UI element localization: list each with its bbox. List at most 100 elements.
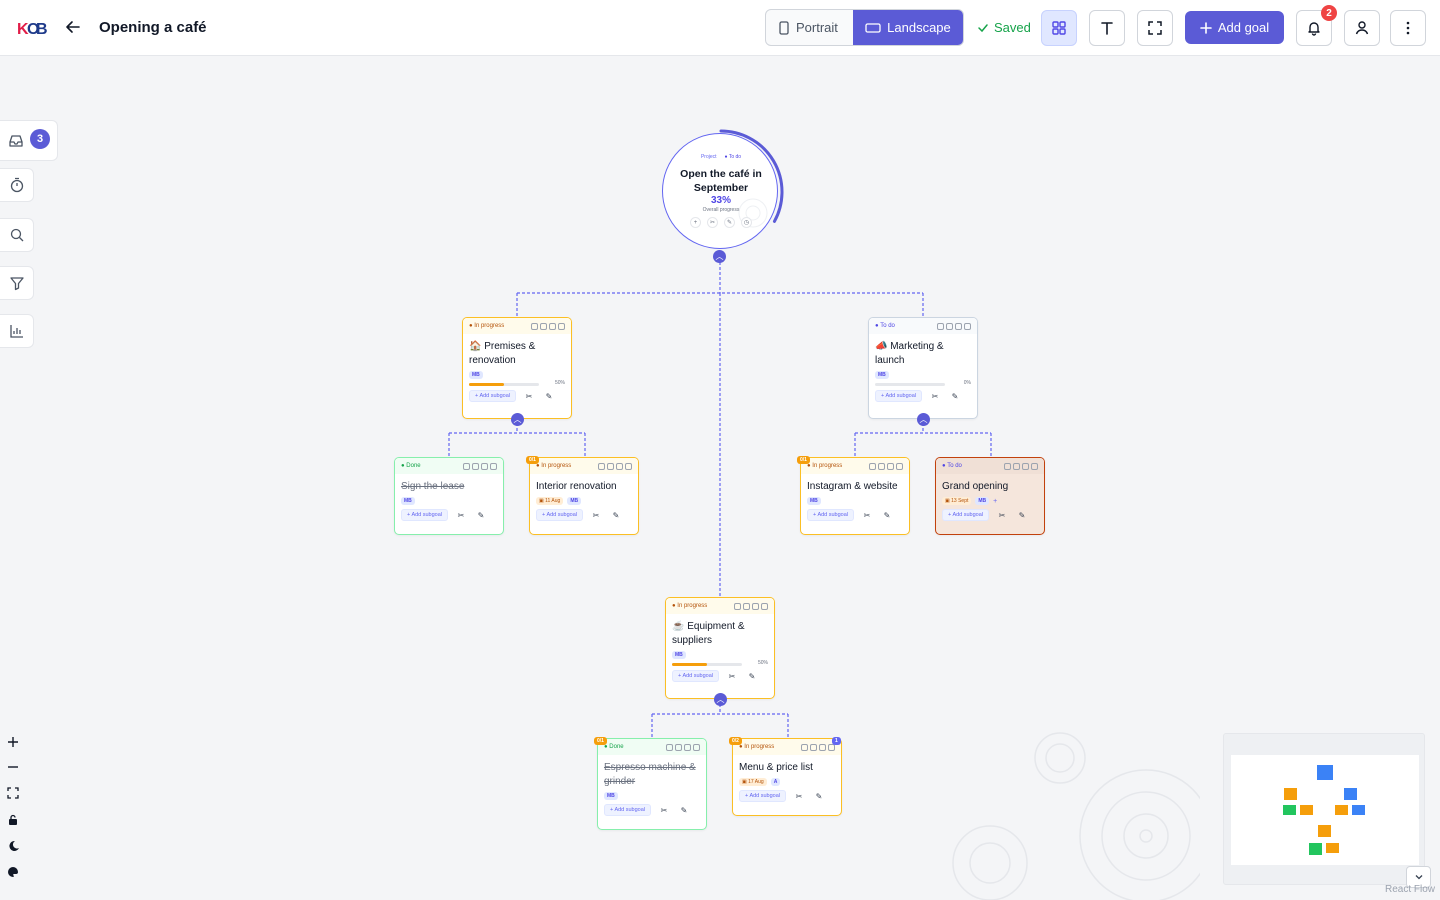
avatar[interactable]: A bbox=[770, 778, 781, 786]
timer-button[interactable] bbox=[0, 168, 34, 202]
trash-icon[interactable] bbox=[625, 462, 632, 470]
root-timer-button[interactable]: ◷ bbox=[741, 217, 752, 228]
app-logo[interactable]: K O B bbox=[17, 17, 47, 39]
edit-button[interactable]: ✎ bbox=[677, 804, 691, 816]
react-flow-attribution[interactable]: React Flow bbox=[1385, 884, 1435, 895]
add-subgoal-button[interactable]: + Add subgoal bbox=[807, 509, 855, 521]
tools-button[interactable]: ✂ bbox=[928, 390, 942, 402]
root-goal-card[interactable]: Project ● To do Open the café in Septemb… bbox=[662, 129, 784, 249]
search-button[interactable] bbox=[0, 218, 34, 252]
copy-icon[interactable] bbox=[675, 743, 682, 751]
tools-button[interactable]: ✂ bbox=[589, 509, 603, 521]
minimap[interactable] bbox=[1223, 733, 1425, 885]
back-button[interactable] bbox=[62, 16, 84, 38]
copy-icon[interactable] bbox=[946, 322, 953, 330]
goal-card-marketing[interactable]: ● To do 📣 Marketing & launch MB 0% + Add s… bbox=[868, 317, 978, 419]
stats-button[interactable] bbox=[0, 314, 34, 348]
landscape-button[interactable]: Landscape bbox=[853, 10, 963, 45]
trash-icon[interactable] bbox=[761, 602, 768, 610]
add-subgoal-button[interactable]: + Add subgoal bbox=[942, 509, 990, 521]
portrait-button[interactable]: Portrait bbox=[766, 10, 853, 45]
trash-icon[interactable] bbox=[896, 462, 903, 470]
zoom-in-button[interactable] bbox=[0, 730, 26, 754]
profile-button[interactable] bbox=[1344, 10, 1380, 46]
timer-icon[interactable] bbox=[531, 322, 538, 330]
root-collapse-button[interactable]: ︿ bbox=[713, 250, 726, 263]
zoom-out-button[interactable] bbox=[0, 755, 26, 779]
avatar[interactable]: MB bbox=[875, 371, 889, 379]
timer-icon[interactable] bbox=[734, 602, 741, 610]
tools-button[interactable]: ✂ bbox=[522, 390, 536, 402]
timer-icon[interactable] bbox=[666, 743, 673, 751]
add-assignee-icon[interactable]: + bbox=[993, 498, 997, 505]
edit-button[interactable]: ✎ bbox=[609, 509, 623, 521]
tools-button[interactable]: ✂ bbox=[725, 670, 739, 682]
fit-view-button[interactable] bbox=[0, 781, 26, 805]
edit-button[interactable]: ✎ bbox=[542, 390, 556, 402]
edit-button[interactable]: ✎ bbox=[745, 670, 759, 682]
tools-button[interactable]: ✂ bbox=[454, 509, 468, 521]
archive-icon[interactable] bbox=[616, 462, 623, 470]
goal-card-espresso[interactable]: ● Done Espresso machine & grinder MB + Ad… bbox=[597, 738, 707, 830]
add-subgoal-button[interactable]: + Add subgoal bbox=[604, 804, 652, 816]
avatar[interactable]: MB bbox=[672, 651, 686, 659]
add-subgoal-button[interactable]: + Add subgoal bbox=[739, 790, 787, 802]
copy-icon[interactable] bbox=[607, 462, 614, 470]
collapse-button[interactable]: ︿ bbox=[511, 413, 524, 426]
archive-icon[interactable] bbox=[752, 602, 759, 610]
collapse-button[interactable]: ︿ bbox=[917, 413, 930, 426]
text-button[interactable] bbox=[1089, 10, 1125, 46]
copy-icon[interactable] bbox=[1013, 462, 1020, 470]
avatar[interactable]: MB bbox=[567, 497, 582, 505]
trash-icon[interactable] bbox=[1031, 462, 1038, 470]
edit-button[interactable]: ✎ bbox=[880, 509, 894, 521]
goal-card-interior[interactable]: ● In progress Interior renovation ▣ 11 Au… bbox=[529, 457, 639, 535]
root-tools-button[interactable]: ✂ bbox=[707, 217, 718, 228]
edit-button[interactable]: ✎ bbox=[474, 509, 488, 521]
tools-button[interactable]: ✂ bbox=[657, 804, 671, 816]
timer-icon[interactable] bbox=[869, 462, 876, 470]
timer-icon[interactable] bbox=[801, 743, 808, 751]
timer-icon[interactable] bbox=[463, 462, 470, 470]
grid-view-button[interactable] bbox=[1041, 10, 1077, 46]
copy-icon[interactable] bbox=[878, 462, 885, 470]
tools-button[interactable]: ✂ bbox=[995, 509, 1009, 521]
timer-icon[interactable] bbox=[937, 322, 944, 330]
fullscreen-button[interactable] bbox=[1137, 10, 1173, 46]
filter-button[interactable] bbox=[0, 266, 34, 300]
collapse-button[interactable]: ︿ bbox=[714, 693, 727, 706]
more-menu-button[interactable] bbox=[1390, 10, 1426, 46]
add-subgoal-button[interactable]: + Add subgoal bbox=[875, 390, 923, 402]
timer-icon[interactable] bbox=[1004, 462, 1011, 470]
add-subgoal-button[interactable]: + Add subgoal bbox=[536, 509, 584, 521]
avatar[interactable]: MB bbox=[604, 792, 618, 800]
avatar[interactable]: MB bbox=[975, 497, 990, 505]
edit-button[interactable]: ✎ bbox=[948, 390, 962, 402]
archive-icon[interactable] bbox=[955, 322, 962, 330]
trash-icon[interactable] bbox=[693, 743, 700, 751]
root-add-button[interactable]: + bbox=[690, 217, 701, 228]
add-subgoal-button[interactable]: + Add subgoal bbox=[672, 670, 720, 682]
inbox-button[interactable]: 3 bbox=[0, 120, 58, 161]
copy-icon[interactable] bbox=[540, 322, 547, 330]
goal-card-instagram[interactable]: ● In progress Instagram & website MB + Ad… bbox=[800, 457, 910, 535]
goal-card-lease[interactable]: ● Done Sign the lease MB + Add subgoal ✂ … bbox=[394, 457, 504, 535]
edit-button[interactable]: ✎ bbox=[1015, 509, 1029, 521]
add-goal-button[interactable]: Add goal bbox=[1185, 11, 1284, 44]
goal-card-premises[interactable]: ● In progress 🏠 Premises & renovation MB 5… bbox=[462, 317, 572, 419]
lock-button[interactable] bbox=[0, 808, 26, 832]
archive-icon[interactable] bbox=[684, 743, 691, 751]
root-edit-button[interactable]: ✎ bbox=[724, 217, 735, 228]
trash-icon[interactable] bbox=[558, 322, 565, 330]
tools-button[interactable]: ✂ bbox=[792, 790, 806, 802]
goal-card-grand[interactable]: ● To do Grand opening ▣ 13 Sept MB + + Add … bbox=[935, 457, 1045, 535]
copy-icon[interactable] bbox=[810, 743, 817, 751]
trash-icon[interactable] bbox=[490, 462, 497, 470]
add-subgoal-button[interactable]: + Add subgoal bbox=[401, 509, 449, 521]
timer-icon[interactable] bbox=[598, 462, 605, 470]
trash-icon[interactable] bbox=[964, 322, 971, 330]
edit-button[interactable]: ✎ bbox=[812, 790, 826, 802]
archive-icon[interactable] bbox=[887, 462, 894, 470]
archive-icon[interactable] bbox=[819, 743, 826, 751]
copy-icon[interactable] bbox=[472, 462, 479, 470]
